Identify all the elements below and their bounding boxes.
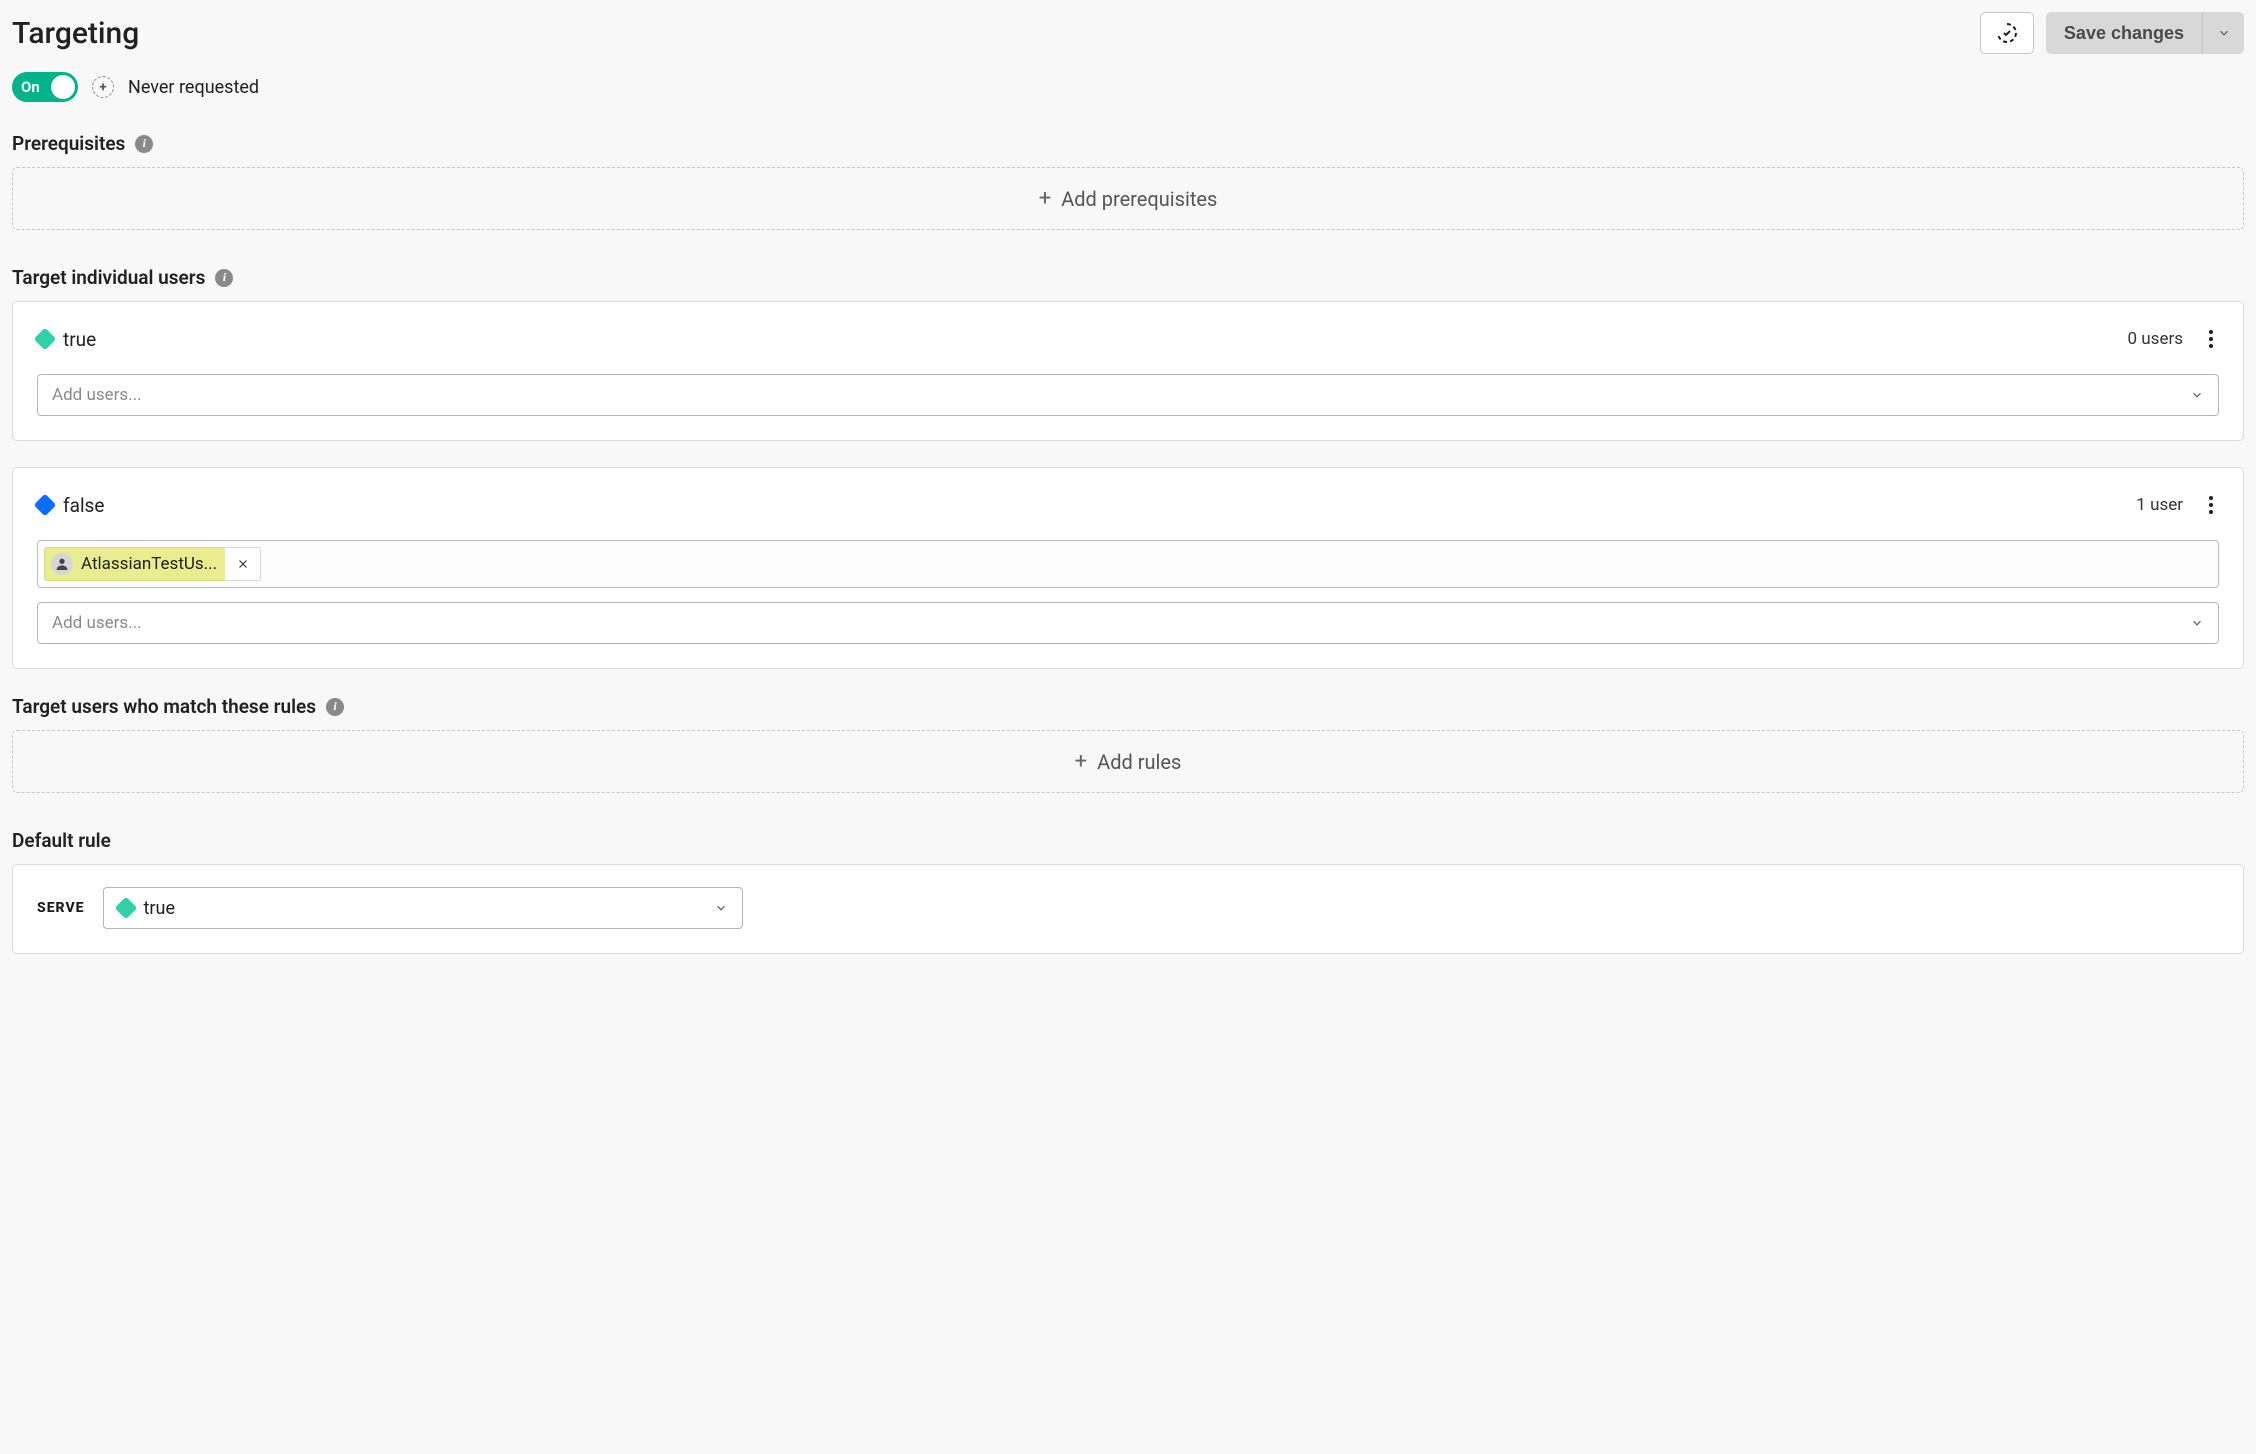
status-spinner-icon	[1995, 21, 2019, 45]
info-icon[interactable]: i	[215, 269, 233, 287]
diamond-icon	[114, 897, 137, 920]
info-icon[interactable]: i	[135, 135, 153, 153]
chevron-down-icon	[2190, 388, 2204, 402]
user-count-label: 1 user	[2136, 495, 2183, 515]
user-chip[interactable]: AtlassianTestUs...	[44, 547, 226, 581]
save-button[interactable]: Save changes	[2046, 12, 2202, 54]
add-users-input-false[interactable]: Add users...	[37, 602, 2219, 644]
plus-icon: +	[1039, 186, 1051, 211]
kebab-menu-button[interactable]	[2203, 490, 2219, 520]
default-rule-panel: SERVE true	[12, 864, 2244, 954]
placeholder-text: Add users...	[52, 613, 142, 633]
page-title: Targeting	[12, 16, 139, 51]
user-count-label: 0 users	[2128, 329, 2183, 349]
add-users-input-true[interactable]: Add users...	[37, 374, 2219, 416]
user-chip-label: AtlassianTestUs...	[81, 554, 217, 574]
status-history-button[interactable]	[1980, 12, 2034, 54]
save-dropdown-button[interactable]	[2202, 12, 2244, 54]
remove-chip-button[interactable]	[225, 547, 261, 581]
variation-panel-false: false 1 user AtlassianTestUs... Add user…	[12, 467, 2244, 669]
toggle-label: On	[21, 78, 40, 96]
info-icon[interactable]: i	[326, 698, 344, 716]
insights-add-icon[interactable]: +	[92, 76, 114, 98]
add-rules-button[interactable]: + Add rules	[12, 730, 2244, 793]
plus-icon: +	[1075, 749, 1087, 774]
diamond-icon	[34, 328, 57, 351]
default-rule-heading: Default rule	[12, 829, 111, 852]
user-chip-container[interactable]: AtlassianTestUs...	[37, 540, 2219, 588]
toggle-knob	[51, 75, 75, 99]
prerequisites-heading: Prerequisites	[12, 132, 125, 155]
serve-label: SERVE	[37, 900, 85, 916]
targeting-toggle[interactable]: On	[12, 72, 78, 102]
chevron-down-icon	[2217, 26, 2231, 40]
placeholder-text: Add users...	[52, 385, 142, 405]
target-individual-heading: Target individual users	[12, 266, 205, 289]
avatar-icon	[51, 553, 73, 575]
rules-heading: Target users who match these rules	[12, 695, 316, 718]
serve-select[interactable]: true	[103, 887, 743, 929]
chevron-down-icon	[2190, 616, 2204, 630]
kebab-menu-button[interactable]	[2203, 324, 2219, 354]
variation-panel-true: true 0 users Add users...	[12, 301, 2244, 441]
serve-value: true	[144, 898, 175, 919]
request-status-label: Never requested	[128, 77, 259, 98]
variation-name: false	[63, 494, 104, 517]
chevron-down-icon	[714, 901, 728, 915]
add-prerequisites-button[interactable]: + Add prerequisites	[12, 167, 2244, 230]
add-rules-label: Add rules	[1097, 750, 1181, 774]
close-icon	[236, 557, 250, 571]
diamond-icon	[34, 494, 57, 517]
variation-name: true	[63, 328, 96, 351]
add-prerequisites-label: Add prerequisites	[1061, 187, 1217, 211]
